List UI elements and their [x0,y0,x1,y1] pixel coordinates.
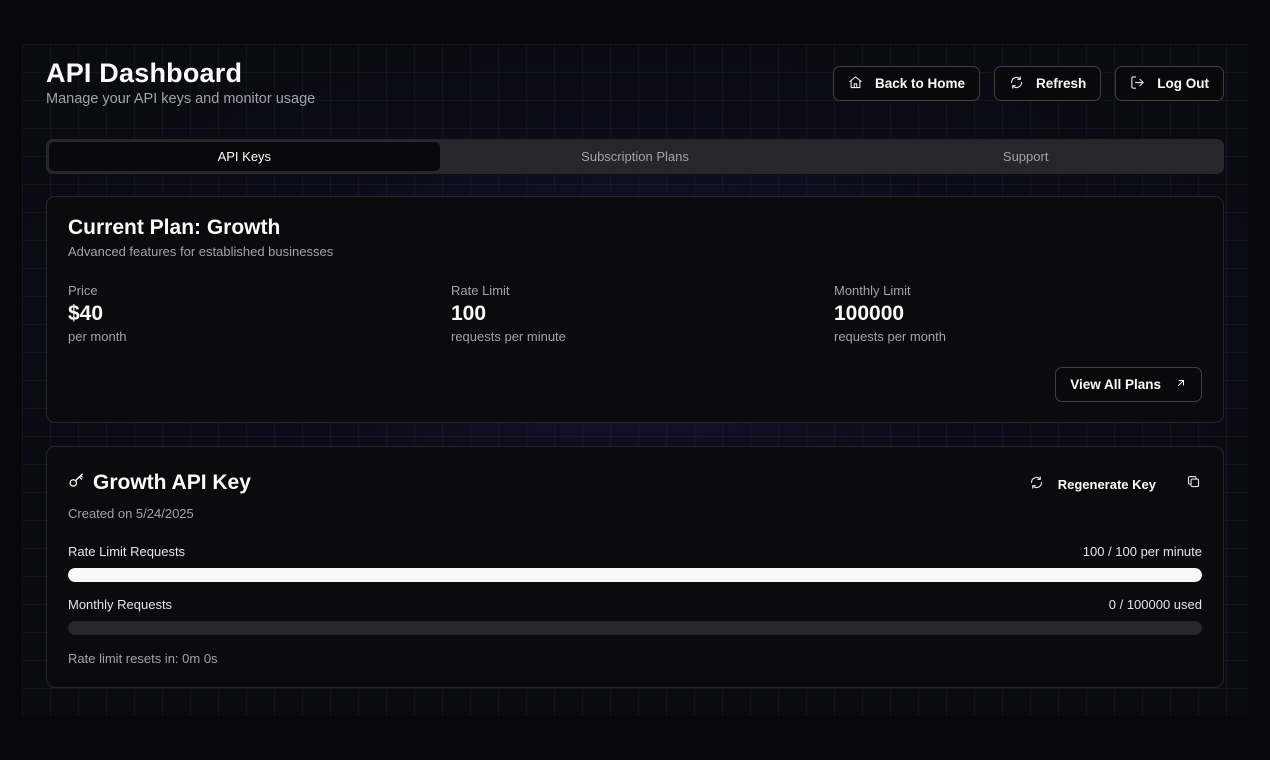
monthly-limit-stat: Monthly Limit 100000 requests per month [834,283,946,344]
tab-api-keys[interactable]: API Keys [49,142,440,171]
key-icon [68,472,85,494]
header-actions: Back to Home Refresh Log Out [832,66,1224,101]
monthly-limit-unit: requests per month [834,329,947,344]
back-to-home-label: Back to Home [874,76,965,91]
price-unit: per month [68,329,127,344]
copy-icon [1186,474,1201,494]
plan-title: Current Plan: Growth [68,216,281,239]
regenerate-key-button[interactable]: Regenerate Key [1025,472,1160,496]
home-icon [848,75,863,93]
rate-limit-stat: Rate Limit 100 requests per minute [451,283,566,344]
monthly-requests-value: 0 / 100000 used [1108,597,1202,612]
dashboard-background: API Dashboard Manage your API keys and m… [22,44,1248,716]
tab-subscription-plans[interactable]: Subscription Plans [440,142,831,171]
view-all-plans-label: View All Plans [1070,377,1161,392]
price-label: Price [68,283,98,298]
key-created-date: Created on 5/24/2025 [68,506,194,521]
page-subtitle: Manage your API keys and monitor usage [46,91,316,107]
monthly-progress-bar [68,621,1202,635]
key-actions: Regenerate Key [1025,471,1205,497]
log-out-label: Log Out [1157,76,1209,91]
monthly-meter-header: Monthly Requests 0 / 100000 used [68,597,1202,612]
rate-limit-progress-bar [68,568,1202,582]
rate-limit-meter-header: Rate Limit Requests 100 / 100 per minute [68,544,1202,559]
monthly-limit-label: Monthly Limit [834,283,911,298]
refresh-button[interactable]: Refresh [993,66,1102,101]
view-all-plans-button[interactable]: View All Plans [1055,367,1202,402]
current-plan-card: Current Plan: Growth Advanced features f… [46,196,1224,423]
rate-limit-unit: requests per minute [451,329,566,344]
tab-support[interactable]: Support [830,142,1221,171]
price-value: $40 [68,302,104,325]
refresh-label: Refresh [1035,76,1087,91]
price-stat: Price $40 per month [68,283,127,344]
plan-description: Advanced features for established busine… [68,244,334,259]
key-title-row: Growth API Key [68,471,251,495]
log-out-button[interactable]: Log Out [1115,66,1224,101]
copy-key-button[interactable] [1182,471,1205,497]
tab-bar: API Keys Subscription Plans Support [46,139,1224,174]
key-title: Growth API Key [93,471,251,494]
rate-limit-requests-value: 100 / 100 per minute [1082,544,1202,559]
rate-limit-value: 100 [451,302,487,325]
rate-limit-reset-text: Rate limit resets in: 0m 0s [68,651,218,666]
page-title: API Dashboard [46,58,243,88]
api-key-card: Growth API Key Created on 5/24/2025 Rege… [46,446,1224,688]
logout-icon [1130,75,1145,93]
dashboard-content: API Dashboard Manage your API keys and m… [46,44,1224,716]
monthly-requests-label: Monthly Requests [68,597,173,612]
regenerate-key-label: Regenerate Key [1057,476,1156,492]
monthly-limit-value: 100000 [834,302,905,325]
rate-limit-requests-label: Rate Limit Requests [68,544,186,559]
rate-limit-label: Rate Limit [451,283,510,298]
refresh-icon [1009,75,1024,93]
rate-limit-progress-fill [68,568,1202,582]
back-to-home-button[interactable]: Back to Home [832,66,980,101]
arrow-up-right-icon [1175,377,1187,392]
refresh-icon [1029,475,1044,493]
